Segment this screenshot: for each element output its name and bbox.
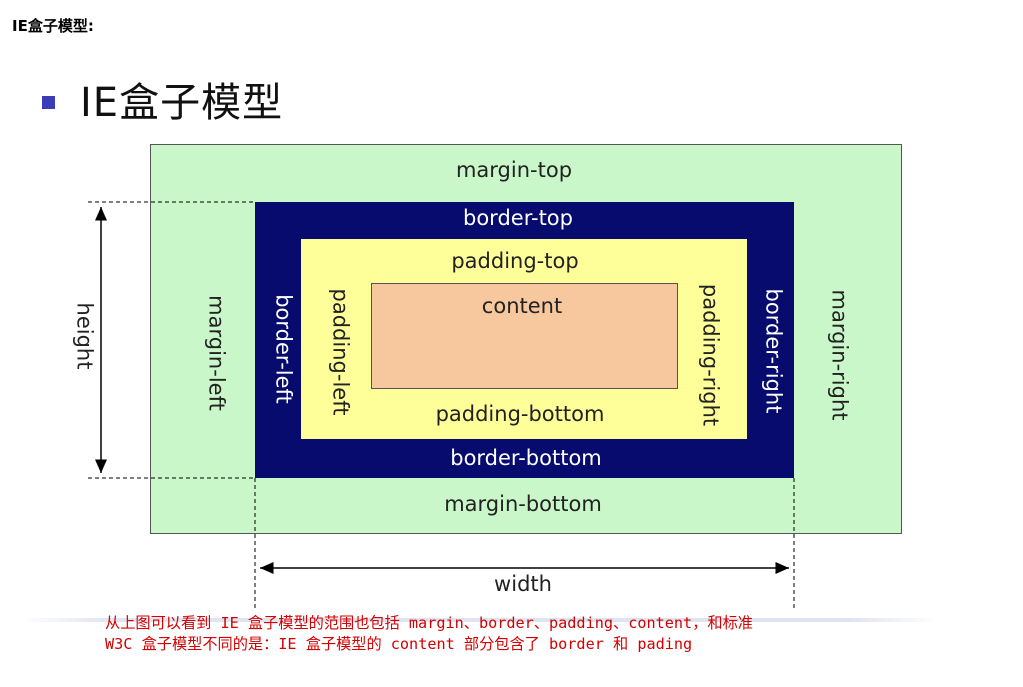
explanation-note: 从上图可以看到 IE 盒子模型的范围也包括 margin、border、padd… — [105, 613, 753, 655]
note-line-1: 从上图可以看到 IE 盒子模型的范围也包括 margin、border、padd… — [105, 614, 753, 632]
dimension-guides — [88, 201, 795, 608]
note-line-2: W3C 盒子模型不同的是：IE 盒子模型的 content 部分包含了 bord… — [105, 635, 693, 653]
height-guide — [88, 201, 255, 479]
width-guide — [254, 478, 795, 608]
